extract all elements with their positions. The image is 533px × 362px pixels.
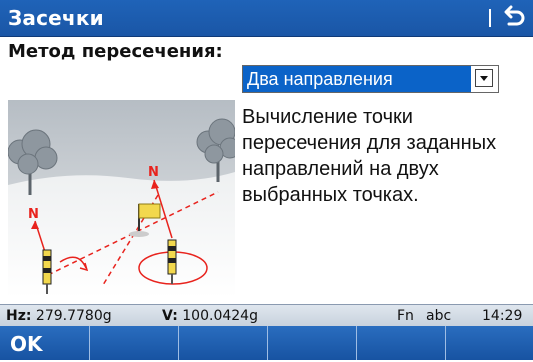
status-bar: Hz: 279.7780g V: 100.0424g Fn abc 14:29: [0, 304, 533, 327]
method-selected-value[interactable]: Два направления: [243, 66, 471, 92]
svg-text:N: N: [148, 165, 159, 180]
hz-readout: Hz: 279.7780g: [6, 308, 112, 324]
softkey-6[interactable]: [446, 326, 533, 360]
intersection-illustration: N N: [8, 100, 235, 298]
chevron-down-icon[interactable]: [475, 69, 493, 87]
method-description: Вычисление точки пересечения для заданны…: [242, 106, 497, 206]
softkey-2[interactable]: [90, 326, 179, 360]
softkey-4[interactable]: [268, 326, 357, 360]
fn-indicator: Fn: [397, 308, 414, 324]
clock: 14:29: [482, 308, 523, 324]
ok-button[interactable]: OK: [0, 326, 90, 360]
softkey-3[interactable]: [179, 326, 268, 360]
title-bar: Засечки: [0, 0, 533, 37]
page-title: Засечки: [8, 6, 104, 30]
svg-text:N: N: [28, 207, 39, 222]
title-separator: [489, 9, 491, 27]
method-dropdown[interactable]: Два направления: [242, 65, 499, 93]
softkey-bar: OK: [0, 326, 533, 360]
softkey-5[interactable]: [357, 326, 446, 360]
v-readout: V: 100.0424g: [162, 308, 258, 324]
back-arrow-icon[interactable]: [498, 3, 528, 33]
input-mode-indicator: abc: [426, 308, 452, 324]
method-label: Метод пересечения:: [8, 41, 223, 62]
